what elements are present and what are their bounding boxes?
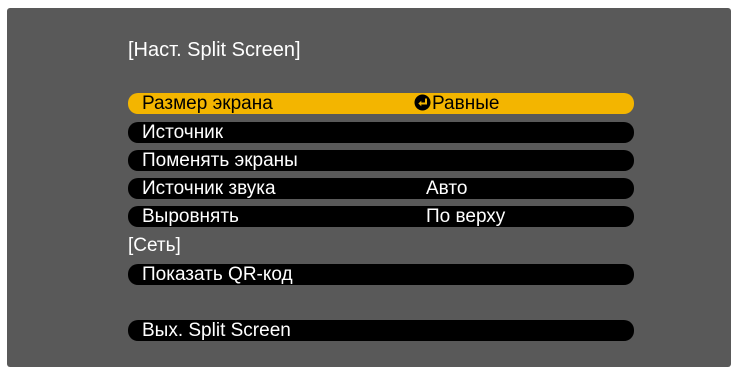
menu-item-swap-screens[interactable]: Поменять экраны bbox=[128, 150, 634, 171]
projector-menu-panel: [Наст. Split Screen] Размер экрана Равны… bbox=[7, 8, 731, 367]
menu-item-label: Поменять экраны bbox=[142, 150, 298, 171]
menu-item-value: Авто bbox=[426, 178, 468, 199]
menu-item-source[interactable]: Источник bbox=[128, 122, 634, 143]
enter-icon bbox=[414, 94, 431, 111]
menu-item-value: По верху bbox=[426, 206, 506, 227]
menu-item-label: Показать QR-код bbox=[142, 264, 293, 285]
menu-title: [Наст. Split Screen] bbox=[128, 39, 301, 61]
network-section-heading: [Сеть] bbox=[128, 235, 181, 256]
screen-size-value: Равные bbox=[432, 93, 500, 114]
menu-item-align[interactable]: Выровнять По верху bbox=[128, 206, 634, 227]
menu-item-label: Вых. Split Screen bbox=[142, 320, 291, 341]
menu-item-label: Источник bbox=[142, 122, 224, 143]
menu-item-label: Выровнять bbox=[142, 206, 239, 227]
exit-split-screen-button[interactable]: Вых. Split Screen bbox=[128, 320, 634, 341]
menu-item-screen-size[interactable]: Размер экрана Равные bbox=[128, 93, 634, 114]
menu-item-label: Источник звука bbox=[142, 178, 276, 199]
menu-item-show-qr-code[interactable]: Показать QR-код bbox=[128, 264, 634, 285]
menu-item-audio-source[interactable]: Источник звука Авто bbox=[128, 178, 634, 199]
menu-item-label: Размер экрана bbox=[142, 93, 273, 114]
menu-item-value: Равные bbox=[414, 93, 499, 114]
